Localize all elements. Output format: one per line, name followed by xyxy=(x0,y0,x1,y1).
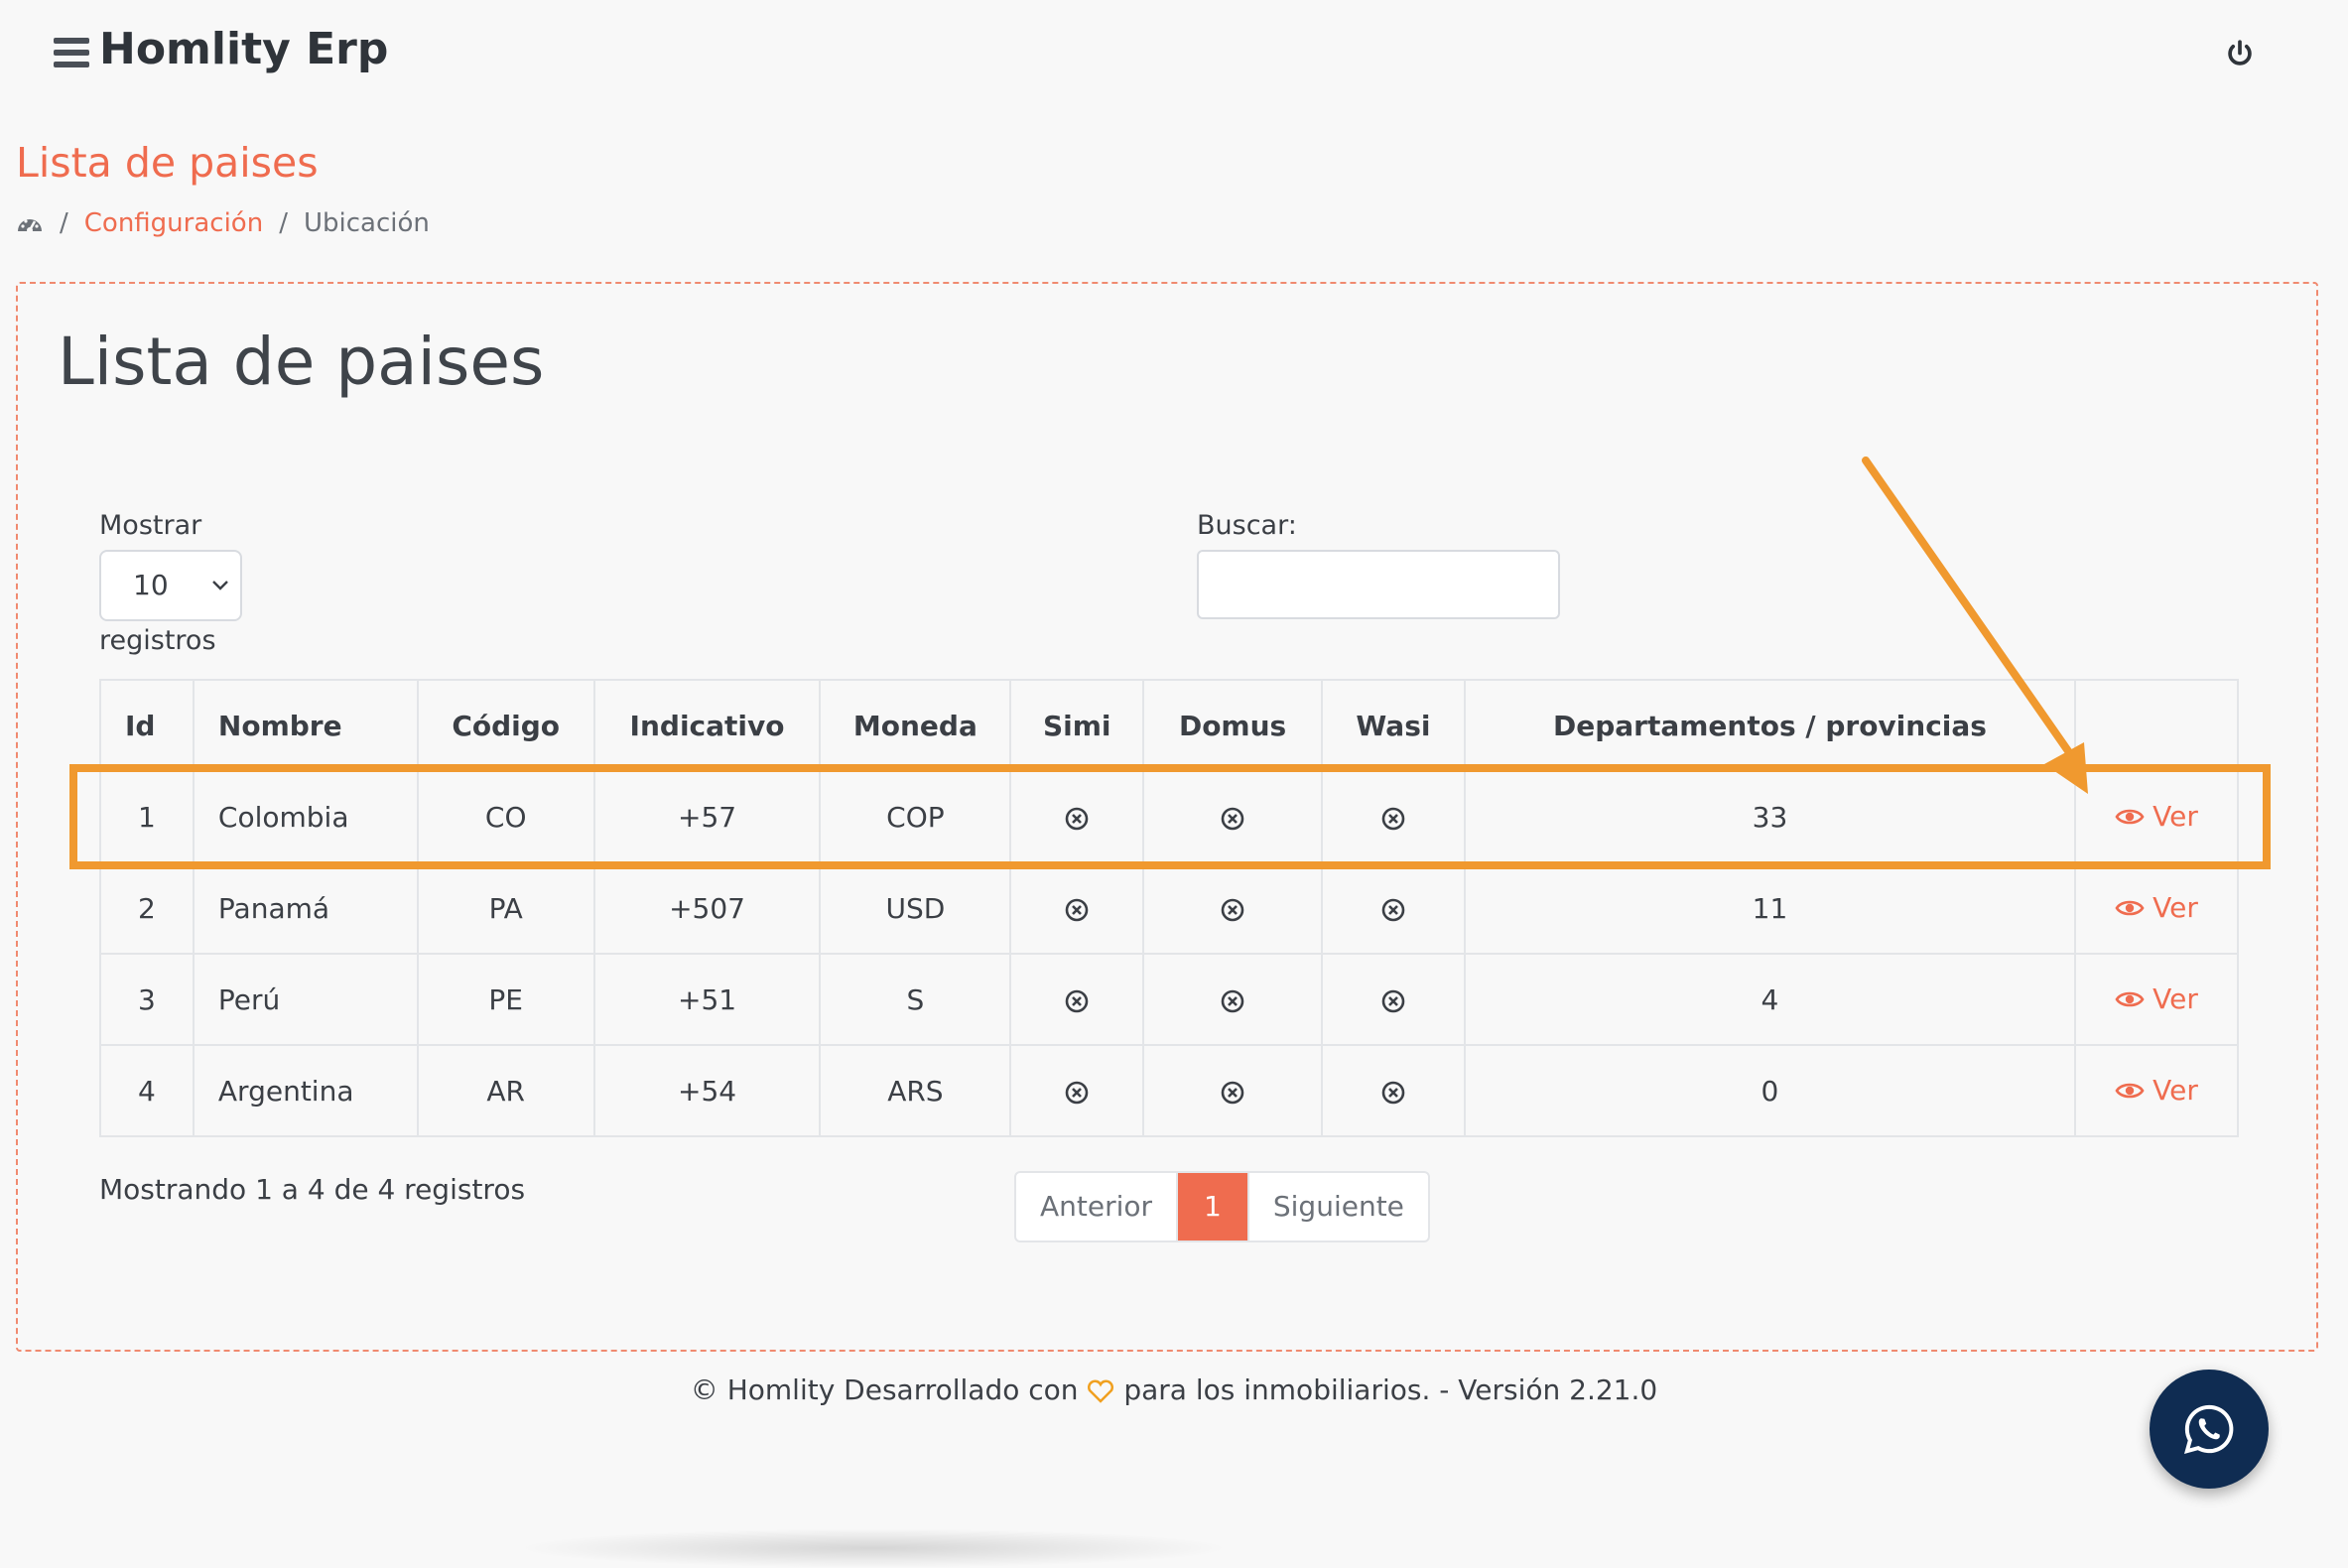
pagination-page-1[interactable]: 1 xyxy=(1176,1173,1247,1241)
cell-nombre: Panamá xyxy=(192,861,419,955)
circle-x-icon xyxy=(1221,989,1244,1012)
cell-wasi xyxy=(1321,1044,1466,1137)
footer: © Homlity Desarrollado con para los inmo… xyxy=(0,1373,2348,1406)
cell-id: 4 xyxy=(99,1044,195,1137)
circle-x-icon xyxy=(1065,1081,1089,1104)
column-header-domus[interactable]: Domus xyxy=(1142,679,1324,772)
table-info: Mostrando 1 a 4 de 4 registros xyxy=(99,1173,526,1206)
whatsapp-icon xyxy=(2183,1404,2234,1454)
cell-id: 3 xyxy=(99,953,195,1046)
table-row: 2 Panamá PA +507 USD 11 Ver xyxy=(99,861,2239,955)
circle-x-icon xyxy=(1065,898,1089,921)
cell-simi xyxy=(1009,953,1145,1046)
circle-x-icon xyxy=(1381,989,1405,1012)
table-row: 4 Argentina AR +54 ARS 0 Ver xyxy=(99,1044,2239,1137)
circle-x-icon xyxy=(1065,989,1089,1012)
pagination: Anterior 1 Siguiente xyxy=(1014,1171,1430,1242)
cell-action: Ver xyxy=(2074,861,2239,955)
eye-icon xyxy=(2115,1083,2145,1099)
app-title: Homlity Erp xyxy=(99,24,389,74)
cell-id: 2 xyxy=(99,861,195,955)
circle-x-icon xyxy=(1381,1081,1405,1104)
footer-text-after: para los inmobiliarios. - Versión 2.21.0 xyxy=(1123,1373,1658,1406)
cell-domus xyxy=(1142,953,1324,1046)
cell-indicativo: +51 xyxy=(592,953,822,1046)
table-row: 3 Perú PE +51 S 4 Ver xyxy=(99,953,2239,1046)
breadcrumb-link-configuracion[interactable]: Configuración xyxy=(84,208,263,238)
bottom-shadow xyxy=(516,1528,1231,1568)
eye-icon xyxy=(2115,900,2145,916)
view-link[interactable]: Ver xyxy=(2115,982,2198,1015)
circle-x-icon xyxy=(1221,898,1244,921)
cell-simi xyxy=(1009,1044,1145,1137)
length-label: Mostrar xyxy=(99,510,202,541)
column-header-codigo[interactable]: Código xyxy=(416,679,595,772)
eye-icon xyxy=(2115,991,2145,1007)
cell-moneda: S xyxy=(819,953,1012,1046)
top-navbar: Homlity Erp xyxy=(0,0,2348,109)
page-length-value: 10 xyxy=(133,569,169,601)
cell-nombre: Argentina xyxy=(192,1044,419,1137)
page-length-select[interactable]: 10 xyxy=(99,550,242,621)
column-header-simi[interactable]: Simi xyxy=(1009,679,1145,772)
view-link-label: Ver xyxy=(2152,982,2198,1016)
chevron-down-icon xyxy=(212,581,228,590)
pagination-previous-button[interactable]: Anterior xyxy=(1016,1173,1176,1241)
cell-action: Ver xyxy=(2074,953,2239,1046)
cell-departamentos: 4 xyxy=(1463,953,2077,1046)
whatsapp-button[interactable] xyxy=(2150,1370,2269,1489)
breadcrumb-current: Ubicación xyxy=(303,208,430,238)
column-header-nombre[interactable]: Nombre xyxy=(192,679,419,772)
card-title: Lista de paises xyxy=(58,324,545,400)
view-link-label: Ver xyxy=(2152,1074,2198,1108)
cell-wasi xyxy=(1321,953,1466,1046)
column-header-indicativo[interactable]: Indicativo xyxy=(592,679,822,772)
cell-nombre: Perú xyxy=(192,953,419,1046)
breadcrumb-separator: / xyxy=(60,208,68,238)
pagination-next-button[interactable]: Siguiente xyxy=(1246,1173,1428,1241)
column-header-moneda[interactable]: Moneda xyxy=(819,679,1012,772)
view-link[interactable]: Ver xyxy=(2115,891,2198,924)
cell-codigo: PA xyxy=(416,861,595,955)
circle-x-icon xyxy=(1381,898,1405,921)
page-title: Lista de paises xyxy=(16,139,319,187)
power-icon[interactable] xyxy=(2223,38,2257,71)
cell-moneda: ARS xyxy=(819,1044,1012,1137)
circle-x-icon xyxy=(1221,1081,1244,1104)
length-suffix-label: registros xyxy=(99,625,216,656)
view-link[interactable]: Ver xyxy=(2115,1074,2198,1107)
column-header-departamentos[interactable]: Departamentos / provincias xyxy=(1463,679,2077,772)
menu-icon[interactable] xyxy=(54,38,89,67)
column-header-id[interactable]: Id xyxy=(99,679,195,772)
search-label: Buscar: xyxy=(1197,510,1297,541)
row-highlight-box xyxy=(69,764,2271,869)
footer-text-before: © Homlity Desarrollado con xyxy=(690,1373,1079,1406)
cell-codigo: PE xyxy=(416,953,595,1046)
cell-indicativo: +54 xyxy=(592,1044,822,1137)
cell-domus xyxy=(1142,861,1324,955)
cell-departamentos: 11 xyxy=(1463,861,2077,955)
cell-moneda: USD xyxy=(819,861,1012,955)
column-header-wasi[interactable]: Wasi xyxy=(1321,679,1466,772)
dashboard-icon[interactable] xyxy=(16,211,44,235)
view-link-label: Ver xyxy=(2152,891,2198,925)
cell-departamentos: 0 xyxy=(1463,1044,2077,1137)
table-header-row: Id Nombre Código Indicativo Moneda Simi … xyxy=(99,679,2239,772)
countries-table: Id Nombre Código Indicativo Moneda Simi … xyxy=(99,679,2239,1137)
cell-simi xyxy=(1009,861,1145,955)
heart-icon xyxy=(1088,1379,1114,1403)
breadcrumb-separator: / xyxy=(279,208,288,238)
cell-domus xyxy=(1142,1044,1324,1137)
cell-wasi xyxy=(1321,861,1466,955)
cell-indicativo: +507 xyxy=(592,861,822,955)
cell-codigo: AR xyxy=(416,1044,595,1137)
search-input[interactable] xyxy=(1197,550,1560,619)
cell-action: Ver xyxy=(2074,1044,2239,1137)
breadcrumb: / Configuración / Ubicación xyxy=(16,206,430,240)
column-header-actions xyxy=(2074,679,2239,772)
